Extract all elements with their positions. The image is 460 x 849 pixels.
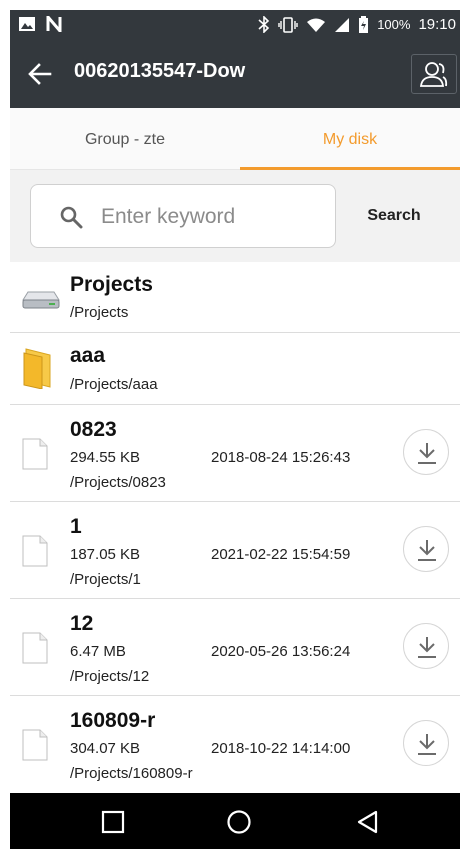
- folder-icon: [23, 348, 51, 389]
- item-size: 6.47 MB: [70, 643, 126, 660]
- download-icon: [418, 540, 436, 561]
- search-icon: [60, 206, 83, 229]
- users-icon: [419, 62, 448, 87]
- app-bar: 00620135547-Dow: [10, 40, 460, 108]
- download-button[interactable]: [403, 526, 449, 572]
- file-icon: [22, 535, 48, 567]
- screen: 100% 19:10 00620135547-Dow Group - zte M…: [0, 0, 460, 849]
- navigation-bar: [10, 793, 460, 849]
- list-item[interactable]: 12 6.47 MB 2020-05-26 13:56:24 /Projects…: [10, 599, 460, 696]
- page-title: 00620135547-Dow: [74, 60, 246, 82]
- item-path: /Projects/aaa: [70, 376, 158, 393]
- search-button[interactable]: Search: [355, 198, 433, 234]
- item-path: /Projects/12: [70, 668, 150, 685]
- item-date: 2018-10-22 14:14:00: [211, 740, 351, 757]
- disk-icon: [22, 291, 60, 309]
- item-name: Projects: [70, 273, 153, 296]
- nav-back-icon[interactable]: [353, 807, 383, 837]
- tab-my-disk[interactable]: My disk: [240, 108, 460, 170]
- status-bar: 100% 19:10: [10, 10, 460, 40]
- battery-icon: [359, 16, 369, 33]
- members-button[interactable]: [411, 54, 457, 94]
- clock: 19:10: [418, 16, 456, 33]
- n-icon: [46, 16, 62, 32]
- item-date: 2020-05-26 13:56:24: [211, 643, 351, 660]
- item-name: 1: [70, 515, 82, 538]
- search-bar: Search: [10, 170, 460, 262]
- item-path: /Projects/160809-r: [70, 765, 193, 782]
- item-path: /Projects/1: [70, 571, 141, 588]
- list-item[interactable]: 0823 294.55 KB 2018-08-24 15:26:43 /Proj…: [10, 405, 460, 502]
- list-item[interactable]: aaa /Projects/aaa: [10, 333, 460, 405]
- download-button[interactable]: [403, 720, 449, 766]
- vibrate-icon: [278, 16, 298, 33]
- item-name: 0823: [70, 418, 117, 441]
- file-icon: [22, 632, 48, 664]
- item-name: 12: [70, 612, 94, 635]
- item-path: /Projects/0823: [70, 474, 166, 491]
- wifi-icon: [307, 18, 326, 32]
- item-size: 304.07 KB: [70, 740, 141, 757]
- download-icon: [418, 443, 436, 464]
- back-arrow-icon[interactable]: [26, 60, 54, 88]
- item-name: 160809-r: [70, 709, 156, 732]
- bluetooth-icon: [258, 16, 270, 33]
- nav-home-icon[interactable]: [224, 807, 254, 837]
- search-input[interactable]: [101, 199, 321, 235]
- download-icon: [418, 734, 436, 755]
- download-button[interactable]: [403, 429, 449, 475]
- battery-percent: 100%: [377, 17, 411, 32]
- item-date: 2021-02-22 15:54:59: [211, 546, 351, 563]
- item-size: 187.05 KB: [70, 546, 141, 563]
- download-icon: [418, 637, 436, 658]
- item-path: /Projects: [70, 304, 129, 321]
- item-date: 2018-08-24 15:26:43: [211, 449, 351, 466]
- search-box[interactable]: [30, 184, 336, 248]
- list-item[interactable]: Projects /Projects: [10, 262, 460, 333]
- nav-recent-icon[interactable]: [98, 807, 128, 837]
- signal-icon: [335, 17, 350, 32]
- picture-icon: [19, 17, 35, 31]
- item-size: 294.55 KB: [70, 449, 141, 466]
- file-icon: [22, 438, 48, 470]
- list-item[interactable]: 1 187.05 KB 2021-02-22 15:54:59 /Project…: [10, 502, 460, 599]
- file-icon: [22, 729, 48, 761]
- download-button[interactable]: [403, 623, 449, 669]
- tab-group[interactable]: Group - zte: [10, 108, 240, 170]
- tab-bar: Group - zte My disk: [10, 108, 460, 170]
- list-item[interactable]: 160809-r 304.07 KB 2018-10-22 14:14:00 /…: [10, 696, 460, 793]
- item-name: aaa: [70, 344, 106, 367]
